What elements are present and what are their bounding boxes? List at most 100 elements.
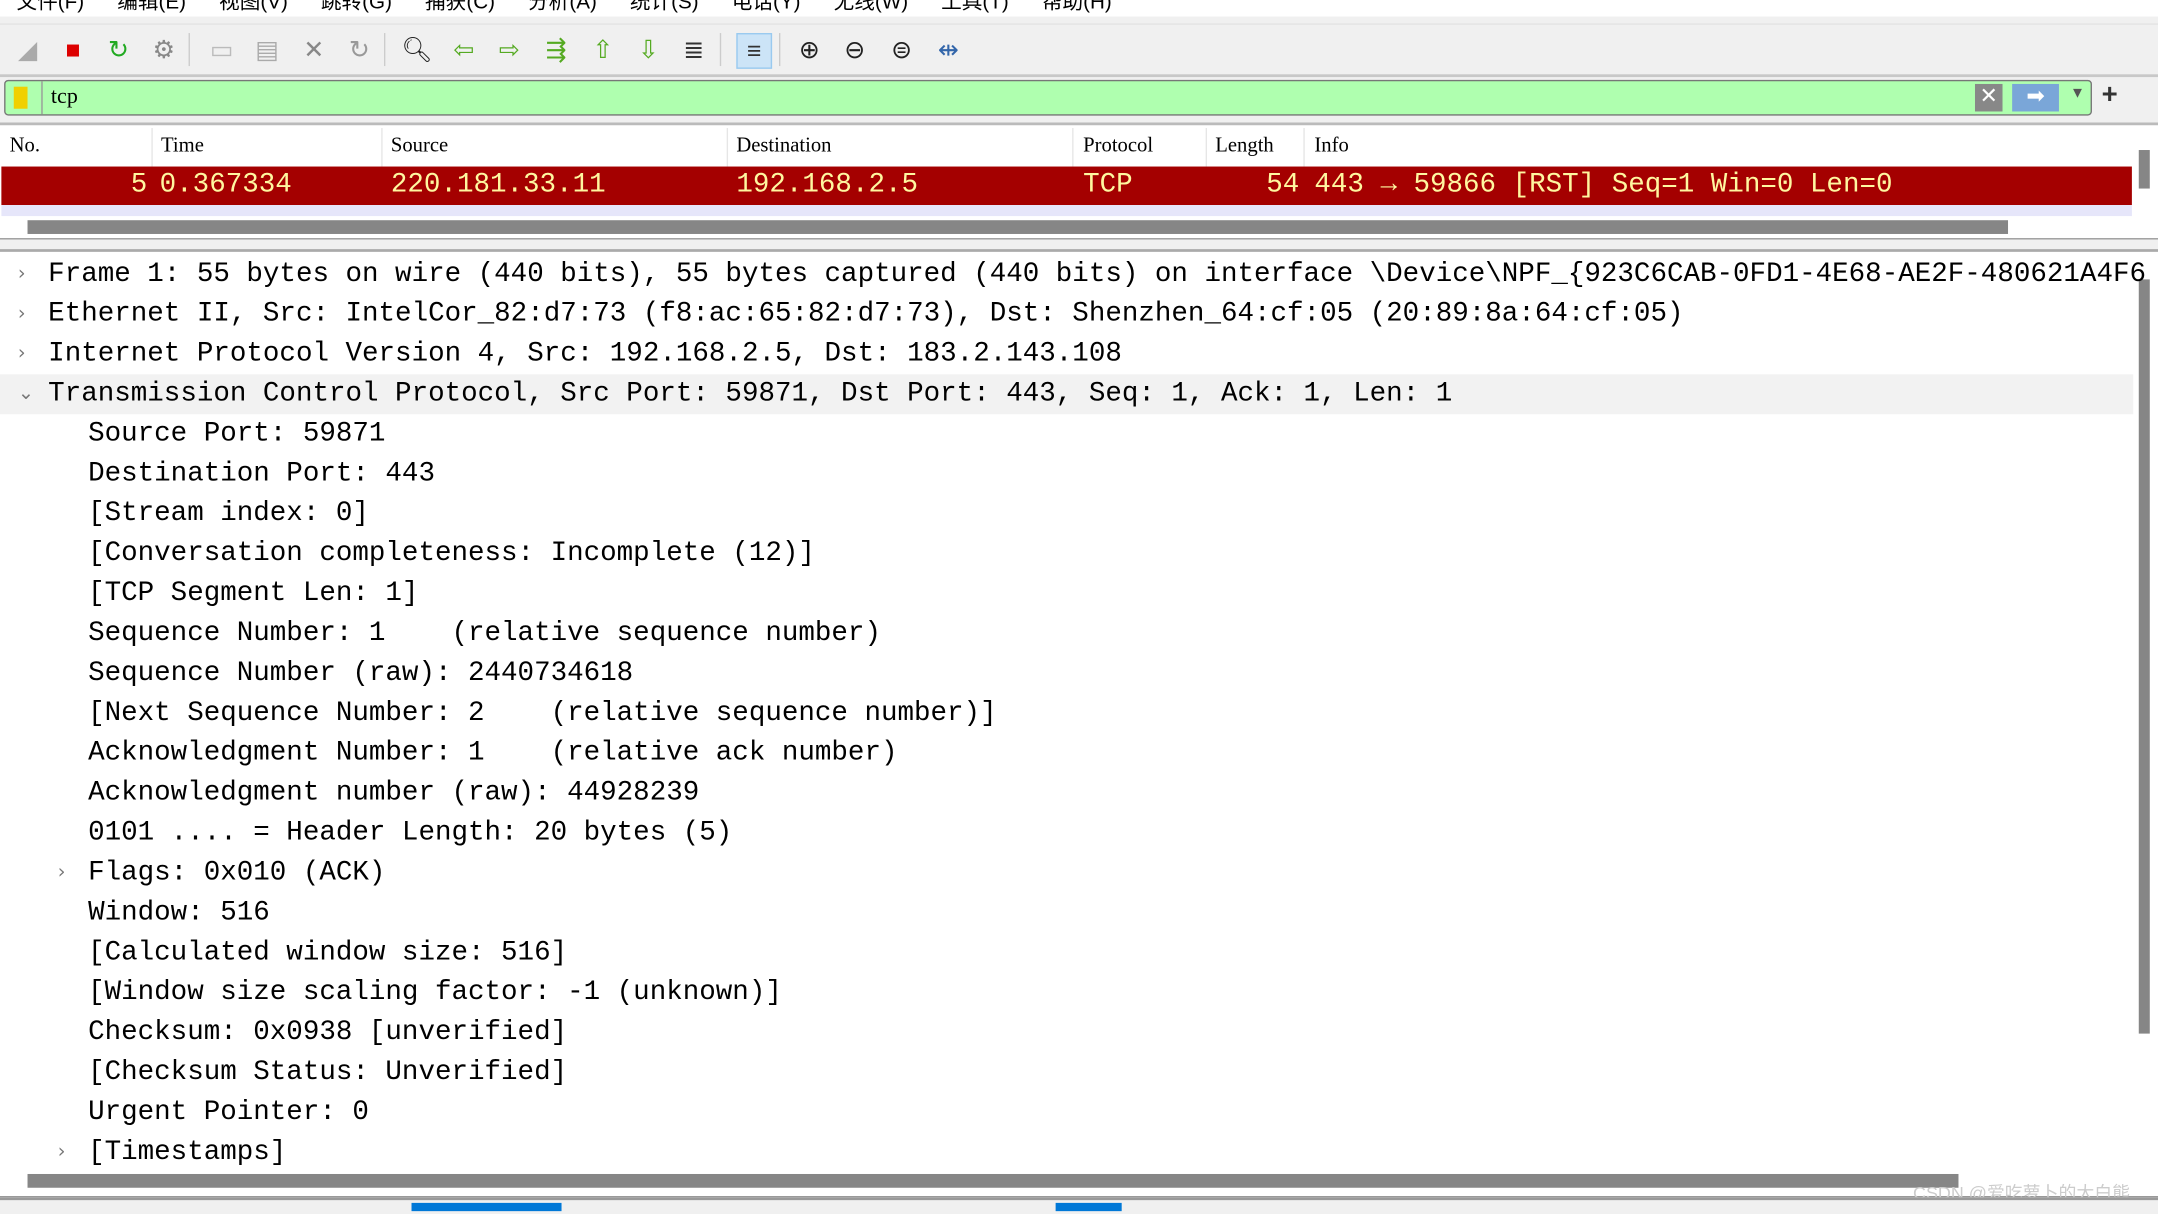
apply-filter-button[interactable]: ➡ [2012,83,2059,112]
packet-row[interactable] [1,205,2132,217]
menu-item[interactable]: 编辑(E) [101,0,203,17]
menu-item[interactable]: 电话(Y) [715,0,817,17]
detail-tree-item[interactable]: [Stream index: 0] [0,494,2133,534]
detail-tree-item[interactable]: Source Port: 59871 [0,414,2133,454]
find-packet-icon[interactable]: 🔍︎ [401,33,434,66]
column-time[interactable]: Time [161,135,204,158]
menu-item[interactable]: 帮助(H) [1025,0,1128,17]
packet-list: No. Time Source Destination Protocol Len… [0,122,2158,240]
chevron-right-icon[interactable]: › [18,255,26,295]
detail-tree-item[interactable]: Sequence Number: 1 (relative sequence nu… [0,614,2133,654]
detail-text: Ethernet II, Src: IntelCor_82:d7:73 (f8:… [48,298,1684,331]
chevron-down-icon[interactable]: ⌄ [18,374,34,414]
capture-options-icon[interactable]: ⚙ [147,33,180,66]
save-file-icon[interactable]: ▤ [250,33,283,66]
detail-text: Flags: 0x010 (ACK) [88,857,386,890]
menu-item[interactable]: 跳转(G) [304,0,408,17]
detail-tree-item[interactable]: [Window size scaling factor: -1 (unknown… [0,973,2133,1013]
detail-text: [TCP Segment Len: 1] [88,578,419,610]
go-back-icon[interactable]: ⇦ [447,33,480,66]
detail-tree-item[interactable]: Acknowledgment number (raw): 44928239 [0,773,2133,813]
column-no[interactable]: No. [10,135,40,158]
detail-tree-item[interactable]: 0101 .... = Header Length: 20 bytes (5) [0,813,2133,853]
filter-history-dropdown[interactable]: ▼ [2070,85,2085,102]
detail-tree-item[interactable]: [Conversation completeness: Incomplete (… [0,534,2133,574]
menu-item[interactable]: 无线(W) [817,0,925,17]
menu-item[interactable]: 捕获(C) [409,0,512,17]
detail-tree-item[interactable]: Checksum: 0x0938 [unverified] [0,1013,2133,1053]
close-file-icon[interactable]: ✕ [297,33,330,66]
detail-tree-item[interactable]: [Checksum Status: Unverified] [0,1053,2133,1093]
detail-tree-item[interactable]: [Calculated window size: 516] [0,933,2133,973]
column-info[interactable]: Info [1314,135,1348,158]
detail-tree-item[interactable]: ⌄ Transmission Control Protocol, Src Port… [0,374,2134,415]
column-source[interactable]: Source [391,135,448,158]
detail-text: [Checksum Status: Unverified] [88,1056,568,1089]
cell-destination: 192.168.2.5 [736,169,919,201]
detail-text: [Next Sequence Number: 2 (relative seque… [88,697,997,730]
detail-tree-item[interactable]: › Internet Protocol Version 4, Src: 192.1… [0,334,2133,374]
detail-text: Destination Port: 443 [88,458,435,490]
menu-item[interactable]: 视图(V) [203,0,305,17]
detail-tree-item[interactable]: Sequence Number (raw): 2440734618 [0,654,2133,694]
go-forward-icon[interactable]: ⇨ [493,33,526,66]
normal-size-icon[interactable]: ⊜ [885,33,918,66]
menu-item[interactable]: 工具(T) [925,0,1026,17]
detail-text: 0101 .... = Header Length: 20 bytes (5) [88,817,733,850]
detail-text: Transmission Control Protocol, Src Port:… [48,378,1453,411]
display-filter-input[interactable] [41,81,1987,115]
detail-text: Acknowledgment number (raw): 44928239 [88,777,700,810]
detail-tree-item[interactable]: Urgent Pointer: 0 [0,1093,2133,1133]
zoom-out-icon[interactable]: ⊖ [838,33,871,66]
menu-item[interactable]: 分析(A) [512,0,614,17]
detail-tree-item[interactable]: Destination Port: 443 [0,454,2133,494]
autoscroll-icon[interactable]: ≣ [677,33,710,66]
menu-item[interactable]: 文件(F) [0,0,101,17]
packet-details-tree: › Frame 1: 55 bytes on wire (440 bits), 5… [0,249,2158,1198]
chevron-right-icon[interactable]: › [18,334,26,374]
detail-text: Checksum: 0x0938 [unverified] [88,1017,568,1049]
cell-info: 443 → 59866 [RST] Seq=1 Win=0 Len=0 [1314,169,1893,201]
detail-tree-item[interactable]: [Next Sequence Number: 2 (relative seque… [0,694,2133,734]
chevron-right-icon[interactable]: › [58,853,66,893]
stop-capture-icon[interactable]: ■ [56,33,89,66]
first-packet-icon[interactable]: ⇧ [586,33,619,66]
colorize-icon[interactable]: ≡ [736,33,773,69]
chevron-right-icon[interactable]: › [58,1133,66,1173]
detail-tree-item[interactable]: [TCP Segment Len: 1] [0,574,2133,614]
detail-tree-item[interactable]: › [Timestamps] [0,1133,2133,1173]
cell-length: 54 [1266,169,1300,201]
details-hscrollbar[interactable] [27,1173,1959,1188]
detail-tree-item[interactable]: › Ethernet II, Src: IntelCor_82:d7:73 (f8… [0,295,2133,335]
shark-fin-start-icon[interactable]: ◢ [11,33,44,66]
detail-text: [Calculated window size: 516] [88,937,568,969]
detail-tree-item[interactable]: › Flags: 0x010 (ACK) [0,853,2133,893]
add-filter-button[interactable]: + [2102,80,2118,112]
detail-text: Internet Protocol Version 4, Src: 192.16… [48,338,1122,371]
details-vscrollbar[interactable] [2138,279,2150,1034]
detail-text: Acknowledgment Number: 1 (relative ack n… [88,737,898,770]
detail-text: [Window size scaling factor: -1 (unknown… [88,977,782,1009]
restart-capture-icon[interactable]: ↻ [102,33,135,66]
bookmark-icon[interactable] [13,86,28,109]
go-to-packet-icon[interactable]: ⇶ [540,33,573,66]
packet-list-hscrollbar[interactable] [27,220,2009,234]
clear-filter-button[interactable]: ✕ [1974,83,2003,112]
last-packet-icon[interactable]: ⇩ [632,33,665,66]
chevron-right-icon[interactable]: › [18,295,26,335]
main-toolbar: ◢ ■ ↻ ⚙ ▭ ▤ ✕ ↻ 🔍︎ ⇦ ⇨ ⇶ ⇧ ⇩ ≣ ≡ ⊕ ⊖ ⊜ ⇹ [0,23,2158,78]
detail-tree-item[interactable]: › Frame 1: 55 bytes on wire (440 bits), 5… [0,255,2146,295]
packet-list-vscrollbar[interactable] [2138,150,2150,189]
open-file-icon[interactable]: ▭ [205,33,238,66]
menu-item[interactable]: 统计(S) [613,0,715,17]
detail-tree-item[interactable]: Acknowledgment Number: 1 (relative ack n… [0,734,2133,774]
zoom-in-icon[interactable]: ⊕ [793,33,826,66]
reload-file-icon[interactable]: ↻ [343,33,376,66]
column-length[interactable]: Length [1215,135,1273,158]
resize-columns-icon[interactable]: ⇹ [932,33,965,66]
packet-row[interactable]: 5 0.367334 220.181.33.11 192.168.2.5 TCP… [1,166,2132,206]
column-destination[interactable]: Destination [736,135,831,158]
column-protocol[interactable]: Protocol [1083,135,1153,158]
packet-list-header: No. Time Source Destination Protocol Len… [0,127,2133,167]
detail-tree-item[interactable]: Window: 516 [0,893,2133,933]
